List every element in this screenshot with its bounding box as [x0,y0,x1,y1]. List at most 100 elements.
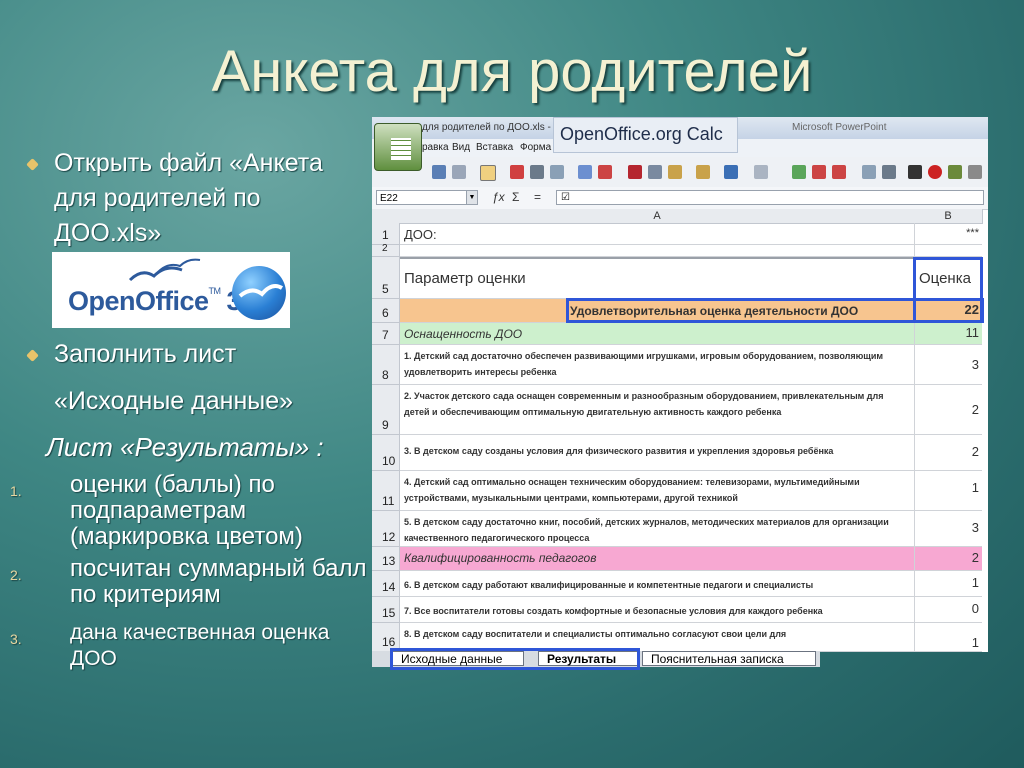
find-icon[interactable] [908,165,922,179]
menu-view[interactable]: Вид [452,142,470,153]
results-item-2: 2. посчитан суммарный балл по критериям [10,555,367,608]
cell-b12[interactable]: 3 [914,511,982,547]
datasources-icon[interactable] [968,165,982,179]
results-heading: Лист «Результаты» : [46,432,324,462]
format-paintbrush-icon[interactable] [696,165,710,179]
function-wizard-icon[interactable]: ƒx [492,190,505,204]
row-header[interactable]: 5 [372,257,400,299]
row-header[interactable]: 12 [372,511,400,547]
cell-a2[interactable] [400,245,914,257]
results-item-3: 3. дана качественная оценка ДОО [10,621,330,670]
cell-a15[interactable]: 7. Все воспитатели готовы создать комфор… [400,597,914,623]
undo-icon[interactable] [724,165,738,179]
bullet-text: «Исходные данные» [54,387,294,415]
results-item-1: 1. оценки (баллы) по подпараметрам (марк… [10,471,303,550]
row-header[interactable]: 8 [372,345,400,385]
column-header-b[interactable]: B [914,209,983,224]
slide-title: Анкета для родителей [211,39,813,104]
autospell-icon[interactable] [598,165,612,179]
row-header[interactable]: 9 [372,385,400,435]
openoffice-logo: OpenOfficeTM3 [52,252,290,328]
hyperlink-icon[interactable] [792,165,806,179]
cell-b13[interactable]: 2 [914,547,982,571]
row-header[interactable]: 10 [372,435,400,471]
cut-icon[interactable] [628,165,642,179]
bullet-text: Открыть файл «Анкета для родителей по ДО… [54,149,323,247]
cell-a14[interactable]: 6. В детском саду работают квалифицирова… [400,571,914,597]
navigator-icon[interactable] [928,165,942,179]
cell-b16[interactable]: 1 [914,623,982,652]
logo-ball-icon [232,266,286,320]
cell-b2[interactable] [914,245,982,257]
bullet-sheet-name: «Исходные данные» [18,384,368,419]
cell-a1[interactable]: ДОО: [400,223,914,245]
cell-a10[interactable]: 3. В детском саду созданы условия для фи… [400,435,914,471]
row-header[interactable]: 11 [372,471,400,511]
menu-format[interactable]: Форма [520,142,551,153]
cell-a5[interactable]: Параметр оценки [400,257,914,299]
seagull-in-ball-icon [238,284,284,298]
email-icon[interactable] [452,165,466,179]
cell-a12[interactable]: 5. В детском саду достаточно книг, пособ… [400,511,914,547]
logo-wordmark: OpenOfficeTM3 [68,286,242,316]
cell-b11[interactable]: 1 [914,471,982,511]
cell-b8[interactable]: 3 [914,345,982,385]
row-header[interactable]: 15 [372,597,400,623]
cell-b1[interactable]: *** [914,223,982,245]
edit-mode-icon[interactable] [480,165,496,181]
row-header[interactable]: 1 [372,223,400,245]
bullet-list-2: Заполнить лист «Исходные данные» [18,337,368,419]
bullet-open-file: Открыть файл «Анкета для родителей по ДО… [18,146,368,254]
calc-app-icon [374,123,422,171]
formula-bar: E22 ▼ ƒx Σ = ☑ [372,187,988,210]
bullet-list: Открыть файл «Анкета для родителей по ДО… [18,146,368,254]
sort-ascending-icon[interactable] [812,165,826,179]
row-header[interactable]: 14 [372,571,400,597]
diamond-bullet-icon [26,158,39,171]
save-icon[interactable] [432,165,446,179]
sum-icon[interactable]: Σ [512,190,519,204]
paste-icon[interactable] [668,165,682,179]
highlight-total-row [566,298,984,323]
chart-icon[interactable] [862,165,876,179]
seagulls-icon [128,258,201,282]
function-icon[interactable]: = [534,190,541,204]
cell-a9[interactable]: 2. Участок детского сада оснащен совреме… [400,385,914,435]
column-header-a[interactable]: A [400,209,915,224]
page-preview-icon[interactable] [550,165,564,179]
row-header[interactable]: 7 [372,323,400,345]
calc-window: для родителей по ДОО.xls - C Microsoft P… [372,117,988,652]
cell-b9[interactable]: 2 [914,385,982,435]
diamond-bullet-icon [26,349,39,362]
row-header[interactable]: 2 [372,243,400,257]
menu-insert[interactable]: Вставка [476,142,513,153]
highlight-sheet-tabs [390,648,640,670]
export-pdf-icon[interactable] [510,165,524,179]
bullet-text: Заполнить лист [54,340,237,368]
calc-badge: OpenOffice.org Calc [553,117,738,153]
corner-cell[interactable] [372,209,401,224]
print-icon[interactable] [530,165,544,179]
draw-functions-icon[interactable] [882,165,896,179]
name-box[interactable]: E22 [376,190,476,205]
cell-b10[interactable]: 2 [914,435,982,471]
row-header[interactable]: 6 [372,299,400,323]
tab-explanatory-note[interactable]: Пояснительная записка [642,651,816,666]
sort-descending-icon[interactable] [832,165,846,179]
cell-b14[interactable]: 1 [914,571,982,597]
calc-toolbar [372,157,988,188]
cell-a7[interactable]: Оснащенность ДОО [400,323,914,345]
menu-edit[interactable]: равка [422,142,449,153]
cell-a13[interactable]: Квалифицированность педагогов [400,547,914,571]
copy-icon[interactable] [648,165,662,179]
cell-a11[interactable]: 4. Детский сад оптимально оснащен технич… [400,471,914,511]
cell-a8[interactable]: 1. Детский сад достаточно обеспечен разв… [400,345,914,385]
cell-b15[interactable]: 0 [914,597,982,623]
formula-input[interactable]: ☑ [556,190,984,205]
cell-b7[interactable]: 11 [914,323,982,345]
gallery-icon[interactable] [948,165,962,179]
redo-icon[interactable] [754,165,768,179]
spellcheck-icon[interactable] [578,165,592,179]
row-header[interactable]: 13 [372,547,400,571]
name-box-dropdown-icon[interactable]: ▼ [466,190,478,205]
